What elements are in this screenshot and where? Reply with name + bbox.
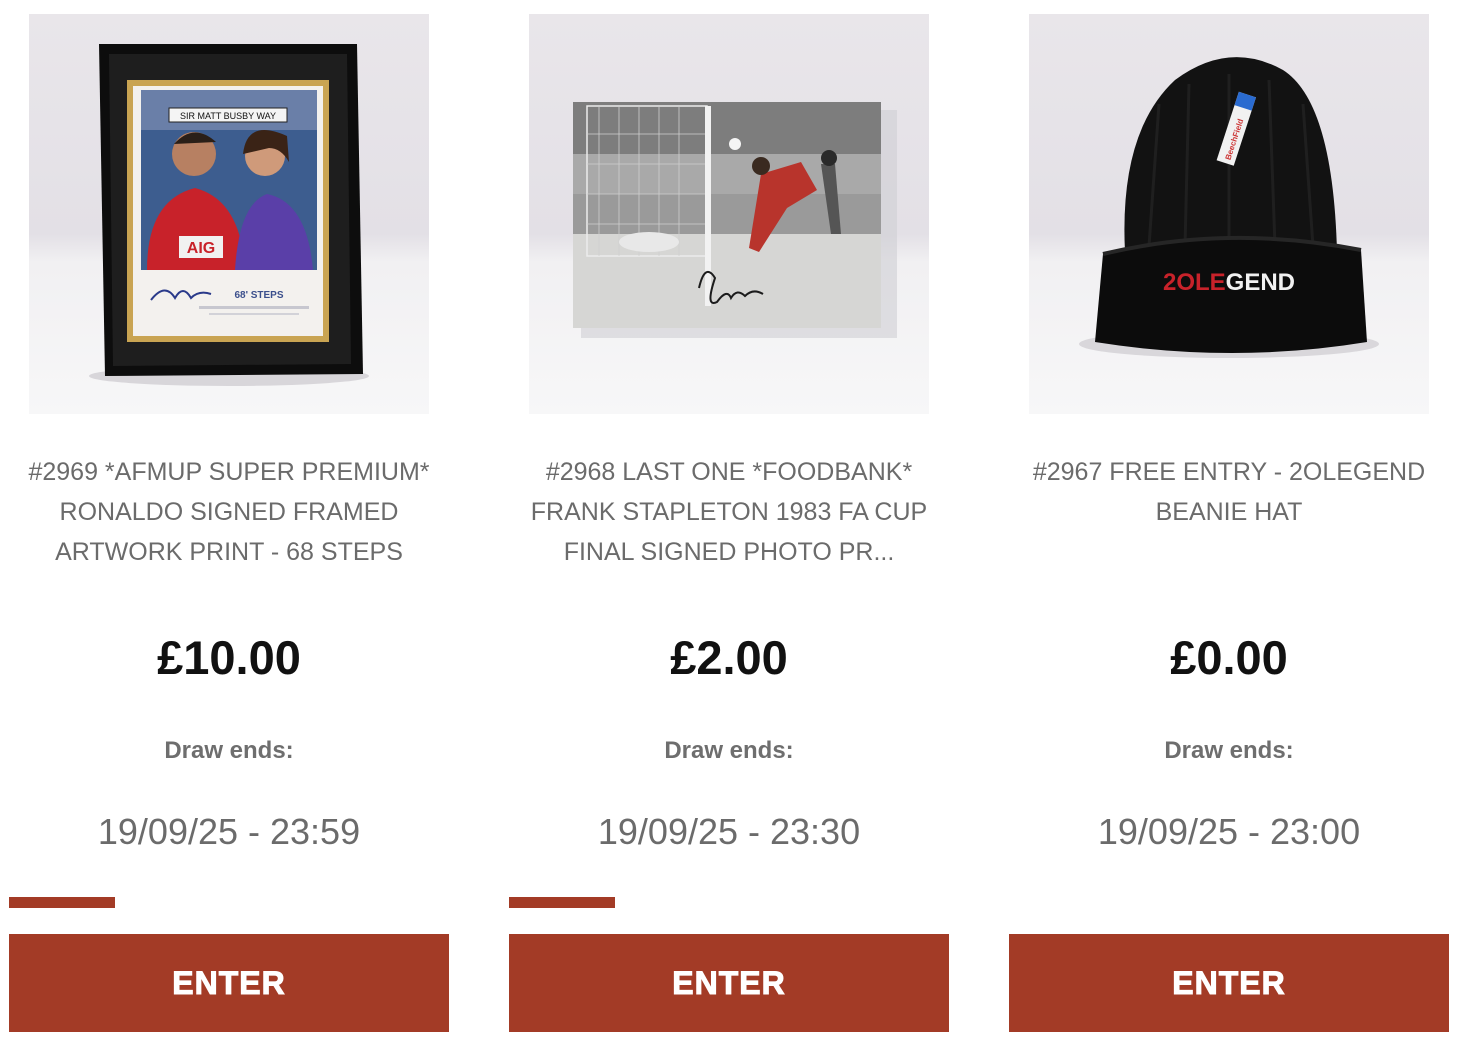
progress-fill (509, 897, 615, 908)
competition-card: #2968 LAST ONE *FOODBANK* FRANK STAPLETO… (509, 0, 949, 1038)
draw-ends-datetime: 19/09/25 - 23:00 (1097, 811, 1361, 852)
ticket-price: £10.00 (157, 631, 301, 684)
shirt-sponsor-text: AIG (187, 240, 215, 257)
ticket-price: £0.00 (1170, 631, 1288, 684)
title-line: #2969 *AFMUP SUPER PREMIUM* (28, 458, 430, 486)
competition-card: SIR MATT BUSBY WAY AIG 68' STEPS #2969 *… (9, 0, 449, 1038)
product-image-framed-print[interactable]: SIR MATT BUSBY WAY AIG 68' STEPS (29, 14, 429, 414)
title-line: BEANIE HAT (1155, 498, 1303, 526)
hat-logo-white: GEND (1226, 269, 1295, 296)
hat-logo: 2OLEGEND (1163, 269, 1295, 296)
enter-button[interactable]: ENTER (1009, 934, 1449, 1032)
ticket-price: £2.00 (670, 631, 788, 684)
progress-fill (9, 897, 115, 908)
title-line: #2968 LAST ONE *FOODBANK* (545, 458, 913, 486)
competition-title[interactable]: #2969 *AFMUP SUPER PREMIUM* RONALDO SIGN… (9, 452, 449, 572)
competition-title[interactable]: #2968 LAST ONE *FOODBANK* FRANK STAPLETO… (509, 452, 949, 572)
draw-ends-label: Draw ends: (1164, 737, 1294, 764)
title-line: ARTWORK PRINT - 68 STEPS (55, 538, 403, 566)
enter-button[interactable]: ENTER (9, 934, 449, 1032)
product-image-signed-photo[interactable] (529, 14, 929, 414)
competition-card: BeechField 2OLEGEND #2967 FREE ENTRY - 2… (1009, 0, 1449, 1038)
draw-ends-label: Draw ends: (664, 737, 794, 764)
tickets-sold-progress (1009, 897, 1449, 908)
hat-logo-red: 2OLE (1163, 269, 1226, 296)
title-line: #2967 FREE ENTRY - 2OLEGEND (1032, 458, 1426, 486)
tickets-sold-progress (9, 897, 449, 908)
print-caption-text: 68' STEPS (234, 290, 283, 301)
tickets-sold-progress (509, 897, 949, 908)
competition-title[interactable]: #2967 FREE ENTRY - 2OLEGEND BEANIE HAT (1009, 452, 1449, 532)
enter-button[interactable]: ENTER (509, 934, 949, 1032)
street-sign-text: SIR MATT BUSBY WAY (180, 111, 276, 121)
draw-ends-datetime: 19/09/25 - 23:59 (97, 811, 361, 852)
draw-ends-datetime: 19/09/25 - 23:30 (597, 811, 861, 852)
product-image-beanie-hat[interactable]: BeechField 2OLEGEND (1029, 14, 1429, 414)
title-line: FINAL SIGNED PHOTO PR... (563, 538, 895, 566)
title-line: FRANK STAPLETON 1983 FA CUP (530, 498, 928, 526)
draw-ends-label: Draw ends: (164, 737, 294, 764)
title-line: RONALDO SIGNED FRAMED (59, 498, 399, 526)
